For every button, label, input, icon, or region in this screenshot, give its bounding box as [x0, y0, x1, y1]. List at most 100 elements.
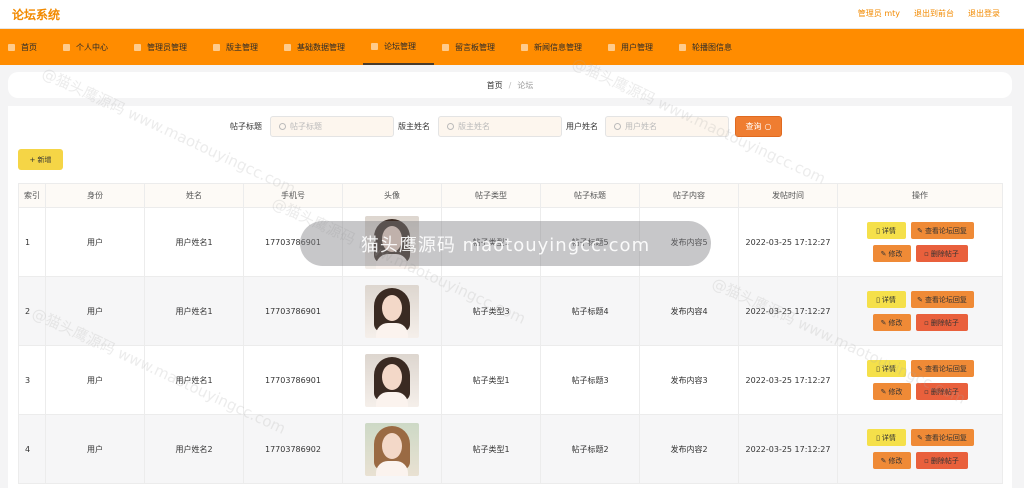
- cell-phone: 17703786901: [243, 276, 343, 346]
- query-button[interactable]: 查询 ○: [735, 116, 782, 137]
- home-icon: [8, 43, 15, 51]
- breadcrumb-current: 论坛: [517, 80, 534, 90]
- cell-role: 用户: [45, 414, 145, 484]
- document-icon: ▯: [876, 433, 880, 442]
- app-title: 论坛系统: [12, 8, 61, 22]
- table-row: 4 用户 用户姓名2 17703786902 帖子类型1 帖子标题2 发布内容2…: [18, 414, 1003, 484]
- nav-item-profile[interactable]: 个人中心: [55, 29, 126, 65]
- document-icon: ▯: [876, 295, 880, 304]
- main-nav: 首页 个人中心 管理员管理 版主管理 基础数据管理 论坛管理 留言板管理 新闻信…: [0, 29, 1024, 65]
- edit-icon: ✎: [880, 249, 887, 258]
- col-name: 姓名: [144, 183, 244, 208]
- edit-button[interactable]: ✎ 修改: [872, 383, 911, 400]
- moderator-search-input[interactable]: 版主姓名: [438, 116, 562, 137]
- admin-icon: [134, 43, 141, 51]
- header-actions: 管理员 mty 退出到前台 退出登录: [858, 8, 1000, 19]
- cell-post-time: 2022-03-25 17:12:27: [738, 207, 838, 277]
- col-role: 身份: [45, 183, 145, 208]
- detail-button[interactable]: ▯ 详情: [866, 222, 906, 239]
- col-phone: 手机号: [243, 183, 343, 208]
- view-replies-button[interactable]: ✎ 查看论坛回复: [910, 222, 974, 239]
- nav-item-news[interactable]: 新闻信息管理: [513, 29, 600, 65]
- edit-icon: ✎: [880, 387, 887, 396]
- col-actions: 操作: [837, 183, 1003, 208]
- nav-item-moderators[interactable]: 版主管理: [205, 29, 276, 65]
- trash-icon: ▫: [924, 387, 929, 396]
- cell-actions: ▯ 详情 ✎ 查看论坛回复 ✎ 修改 ▫ 删除帖子: [837, 345, 1003, 415]
- cell-actions: ▯ 详情 ✎ 查看论坛回复 ✎ 修改 ▫ 删除帖子: [837, 276, 1003, 346]
- cell-role: 用户: [45, 345, 145, 415]
- users-icon: [608, 43, 615, 51]
- view-replies-button[interactable]: ✎ 查看论坛回复: [910, 291, 974, 308]
- logout-link[interactable]: 退出登录: [968, 8, 1000, 19]
- nav-item-message-board[interactable]: 留言板管理: [434, 29, 513, 65]
- nav-item-users[interactable]: 用户管理: [600, 29, 671, 65]
- search-bar: 帖子标题 帖子标题 版主姓名 版主姓名 用户姓名 用户姓名 查询 ○: [8, 116, 1012, 138]
- detail-button[interactable]: ▯ 详情: [866, 360, 906, 377]
- cell-name: 用户姓名1: [144, 345, 244, 415]
- cell-name: 用户姓名1: [144, 276, 244, 346]
- cell-index: 3: [18, 345, 46, 415]
- user-search-input[interactable]: 用户姓名: [605, 116, 729, 137]
- content-panel: 帖子标题 帖子标题 版主姓名 版主姓名 用户姓名 用户姓名 查询 ○ + 新增 索…: [8, 106, 1012, 488]
- cell-actions: ▯ 详情 ✎ 查看论坛回复 ✎ 修改 ▫ 删除帖子: [837, 414, 1003, 484]
- cell-avatar: [342, 345, 442, 415]
- search-icon: ○: [764, 122, 772, 131]
- cell-actions: ▯ 详情 ✎ 查看论坛回复 ✎ 修改 ▫ 删除帖子: [837, 207, 1003, 277]
- search-icon: [279, 123, 286, 130]
- add-button[interactable]: + 新增: [18, 149, 63, 170]
- edit-button[interactable]: ✎ 修改: [872, 245, 911, 262]
- title-search-input[interactable]: 帖子标题: [270, 116, 394, 137]
- search-icon: [447, 123, 454, 130]
- col-post-content: 帖子内容: [639, 183, 739, 208]
- edit-icon: ✎: [880, 318, 887, 327]
- cell-name: 用户姓名2: [144, 414, 244, 484]
- trash-icon: ▫: [924, 249, 929, 258]
- data-icon: [284, 43, 291, 51]
- delete-button[interactable]: ▫ 删除帖子: [915, 452, 968, 469]
- avatar[interactable]: [365, 284, 419, 338]
- view-replies-button[interactable]: ✎ 查看论坛回复: [910, 429, 974, 446]
- edit-button[interactable]: ✎ 修改: [872, 452, 911, 469]
- breadcrumb: 首页 / 论坛: [8, 72, 1012, 98]
- forum-icon: [371, 42, 378, 50]
- cell-phone: 17703786902: [243, 414, 343, 484]
- title-search-label: 帖子标题: [230, 122, 262, 131]
- avatar[interactable]: [365, 422, 419, 476]
- nav-item-carousel[interactable]: 轮播图信息: [671, 29, 750, 65]
- message-icon: [442, 43, 449, 51]
- view-replies-button[interactable]: ✎ 查看论坛回复: [910, 360, 974, 377]
- edit-button[interactable]: ✎ 修改: [872, 314, 911, 331]
- user-icon: [63, 43, 70, 51]
- news-icon: [521, 43, 528, 51]
- cell-index: 4: [18, 414, 46, 484]
- delete-button[interactable]: ▫ 删除帖子: [915, 314, 968, 331]
- nav-item-basic-data[interactable]: 基础数据管理: [276, 29, 363, 65]
- delete-button[interactable]: ▫ 删除帖子: [915, 245, 968, 262]
- cell-post-time: 2022-03-25 17:12:27: [738, 276, 838, 346]
- document-icon: ▯: [876, 364, 880, 373]
- detail-button[interactable]: ▯ 详情: [866, 429, 906, 446]
- back-to-frontend-link[interactable]: 退出到前台: [914, 8, 954, 19]
- delete-button[interactable]: ▫ 删除帖子: [915, 383, 968, 400]
- table-row: 3 用户 用户姓名1 17703786901 帖子类型1 帖子标题3 发布内容3…: [18, 345, 1003, 415]
- trash-icon: ▫: [924, 456, 929, 465]
- breadcrumb-home[interactable]: 首页: [487, 80, 503, 91]
- col-post-time: 发帖时间: [738, 183, 838, 208]
- nav-item-home[interactable]: 首页: [0, 29, 55, 65]
- cell-index: 1: [18, 207, 46, 277]
- avatar[interactable]: [365, 353, 419, 407]
- cell-post-time: 2022-03-25 17:12:27: [738, 414, 838, 484]
- edit-icon: ✎: [917, 364, 923, 373]
- detail-button[interactable]: ▯ 详情: [866, 291, 906, 308]
- top-header: 论坛系统 管理员 mty 退出到前台 退出登录: [0, 0, 1024, 29]
- cell-post-content: 发布内容2: [639, 414, 739, 484]
- nav-item-forum[interactable]: 论坛管理: [363, 29, 434, 65]
- cell-post-type: 帖子类型1: [441, 414, 541, 484]
- cell-name: 用户姓名1: [144, 207, 244, 277]
- cell-phone: 17703786901: [243, 345, 343, 415]
- nav-item-admins[interactable]: 管理员管理: [126, 29, 205, 65]
- cell-post-title: 帖子标题3: [540, 345, 640, 415]
- edit-icon: ✎: [917, 295, 923, 304]
- cell-role: 用户: [45, 276, 145, 346]
